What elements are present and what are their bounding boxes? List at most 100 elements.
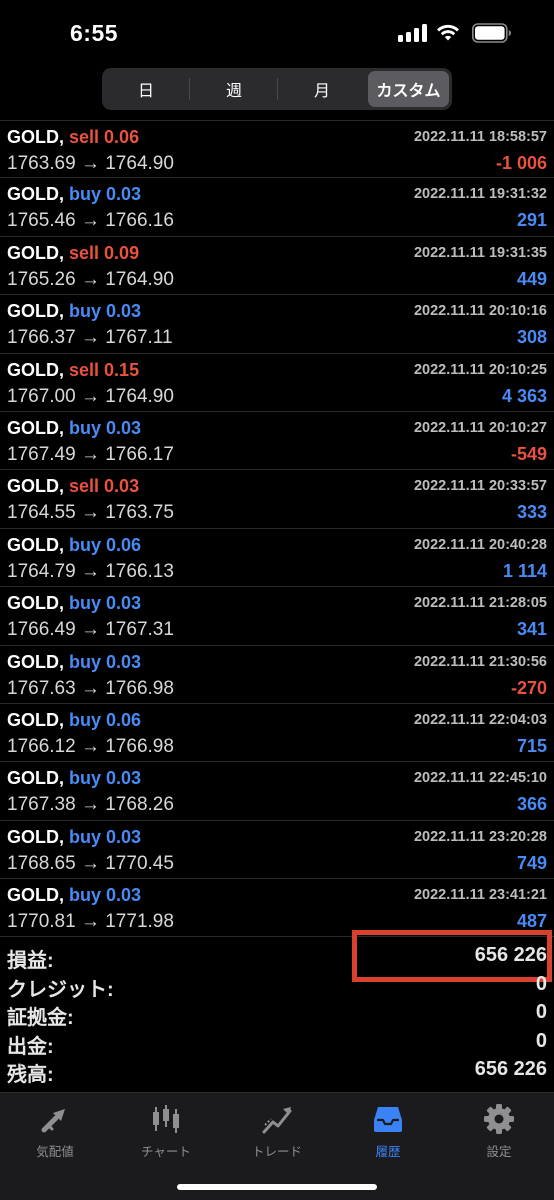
deal-prices: 1766.12 → 1766.98 [7, 735, 174, 757]
deal-time: 2022.11.11 20:10:27 [413, 419, 547, 436]
deal-symbol-name: GOLD, [7, 593, 64, 614]
deal-type-volume: buy 0.03 [69, 417, 142, 438]
tab-trade-label: トレード [251, 1145, 302, 1159]
deal-type-volume: buy 0.06 [69, 534, 142, 555]
deal-time: 2022.11.11 18:58:57 [413, 129, 547, 145]
deal-type-volume: buy 0.03 [69, 826, 142, 847]
deal-symbol: GOLD, sell 0.03 [7, 476, 139, 497]
deal-type-volume: sell 0.09 [69, 242, 140, 263]
deal-symbol: GOLD, buy 0.03 [7, 827, 141, 848]
tab-history-label: 履歴 [375, 1145, 401, 1159]
wifi-icon [437, 24, 459, 41]
profit-value: 656 226 [474, 944, 547, 966]
summary-row-withdrawal: 出金: 0 [0, 1028, 554, 1058]
deal-profit: 715 [516, 735, 547, 756]
deal-row[interactable]: GOLD, buy 0.03 1767.38 → 1768.26 2022.11.1… [0, 762, 554, 821]
deal-time: 2022.11.11 19:31:32 [413, 186, 547, 203]
deal-profit: 487 [516, 911, 547, 932]
deal-symbol: GOLD, buy 0.03 [7, 301, 141, 322]
tab-custom[interactable]: カスタム [368, 71, 449, 107]
tab-quotes[interactable]: 気配値 [0, 1101, 110, 1161]
tab-month[interactable]: 月 [280, 71, 364, 107]
deal-row[interactable]: GOLD, sell 0.09 1765.26 → 1764.90 2022.11.… [0, 237, 554, 296]
deal-row[interactable]: GOLD, buy 0.03 1767.63 → 1766.98 2022.11.1… [0, 646, 554, 704]
tab-settings[interactable]: 設定 [444, 1101, 554, 1161]
deal-row[interactable]: GOLD, buy 0.06 1764.79 → 1766.13 2022.11.1… [0, 529, 554, 588]
deal-profit: 291 [516, 210, 547, 231]
tab-trade[interactable]: トレード [222, 1101, 332, 1161]
deal-prices: 1766.49 → 1767.31 [7, 619, 174, 641]
deal-row[interactable]: GOLD, buy 0.03 1768.65 → 1770.45 2022.11.1… [0, 821, 554, 880]
tab-chart[interactable]: チャート [111, 1101, 221, 1161]
deal-prices: 1764.55 → 1763.75 [7, 502, 174, 524]
deal-type-volume: sell 0.15 [69, 359, 140, 380]
tab-quotes-label: 気配値 [36, 1145, 74, 1159]
deal-symbol: GOLD, buy 0.03 [7, 885, 141, 906]
deal-symbol-name: GOLD, [7, 301, 64, 322]
credit-label: クレジット: [7, 978, 114, 1001]
summary-row-balance: 残高: 656 226 [0, 1056, 554, 1086]
deal-symbol-name: GOLD, [7, 242, 64, 263]
deal-row[interactable]: GOLD, buy 0.03 1766.49 → 1767.31 2022.11.1… [0, 587, 554, 646]
deal-row[interactable]: GOLD, sell 0.03 1764.55 → 1763.75 2022.11.… [0, 470, 554, 529]
settings-gear-icon [484, 1104, 514, 1134]
trade-line-icon [262, 1107, 292, 1134]
deal-time: 2022.11.11 23:20:28 [413, 828, 547, 845]
deal-prices: 1768.65 → 1770.45 [7, 852, 174, 874]
deal-symbol: GOLD, buy 0.03 [7, 593, 141, 614]
deal-row[interactable]: GOLD, buy 0.06 1766.12 → 1766.98 2022.11.1… [0, 704, 554, 763]
deal-symbol-name: GOLD, [7, 534, 64, 555]
deal-row[interactable]: GOLD, buy 0.03 1770.81 → 1771.98 2022.11.1… [0, 879, 554, 938]
deal-prices: 1764.79 → 1766.13 [7, 560, 174, 582]
deal-profit: 341 [516, 619, 547, 640]
balance-value: 656 226 [474, 1058, 547, 1081]
deal-row[interactable]: GOLD, sell 0.06 1763.69 → 1764.90 2022.11.… [0, 120, 554, 179]
tab-settings-label: 設定 [486, 1145, 512, 1159]
deal-type-volume: buy 0.03 [69, 301, 142, 322]
tab-history[interactable]: 履歴 [333, 1101, 443, 1161]
deal-profit: -270 [510, 677, 547, 698]
deal-symbol: GOLD, buy 0.03 [7, 184, 141, 205]
deal-symbol: GOLD, buy 0.03 [7, 652, 141, 673]
deal-prices: 1767.00 → 1764.90 [7, 385, 174, 407]
deal-prices: 1763.69 → 1764.90 [7, 153, 174, 174]
status-time: 6:55 [70, 20, 119, 46]
deposit-label: 証拠金: [7, 1007, 74, 1030]
deal-profit: 366 [516, 794, 547, 815]
deal-row[interactable]: GOLD, sell 0.15 1767.00 → 1764.90 2022.11.… [0, 354, 554, 412]
deal-prices: 1767.63 → 1766.98 [7, 677, 174, 699]
tab-day[interactable]: 日 [105, 71, 187, 107]
deal-symbol-name: GOLD, [7, 184, 64, 205]
deal-symbol: GOLD, sell 0.15 [7, 360, 139, 381]
deal-profit: 749 [516, 852, 547, 873]
deal-row[interactable]: GOLD, buy 0.03 1765.46 → 1766.16 2022.11.1… [0, 178, 554, 237]
deposit-value: 0 [535, 1001, 547, 1024]
deal-type-volume: buy 0.03 [69, 885, 142, 906]
deal-type-volume: buy 0.03 [69, 768, 142, 789]
deal-symbol-name: GOLD, [7, 127, 64, 147]
deal-row[interactable]: GOLD, buy 0.03 1766.37 → 1767.11 2022.11.1… [0, 295, 554, 354]
deal-symbol-name: GOLD, [7, 417, 64, 438]
cellular-signal-icon [398, 24, 428, 42]
deal-symbol-name: GOLD, [7, 476, 64, 497]
deal-time: 2022.11.11 20:10:25 [413, 361, 547, 378]
battery-icon [472, 23, 511, 43]
deal-profit: 1 114 [502, 560, 547, 581]
deal-prices: 1765.26 → 1764.90 [7, 268, 174, 290]
deal-profit: -1 006 [495, 153, 547, 173]
deal-prices: 1767.49 → 1766.17 [7, 443, 174, 465]
deal-history-list: GOLD, sell 0.06 1763.69 → 1764.90 2022.11.… [0, 120, 554, 938]
deal-time: 2022.11.11 22:04:03 [413, 711, 547, 728]
status-bar: 6:55 [0, 0, 554, 64]
segment-divider [189, 78, 190, 100]
home-indicator [177, 1184, 377, 1190]
deal-time: 2022.11.11 22:45:10 [413, 770, 547, 787]
deal-row[interactable]: GOLD, buy 0.03 1767.49 → 1766.17 2022.11.1… [0, 412, 554, 471]
deal-symbol-name: GOLD, [7, 359, 64, 380]
history-summary: 損益: 656 226 クレジット: 0 証拠金: 0 出金: 0 残高: 65… [0, 930, 554, 1086]
deal-symbol: GOLD, sell 0.06 [7, 127, 139, 148]
deal-symbol: GOLD, buy 0.03 [7, 768, 141, 789]
credit-value: 0 [535, 972, 547, 995]
deal-symbol-name: GOLD, [7, 885, 64, 906]
tab-week[interactable]: 週 [192, 71, 276, 107]
